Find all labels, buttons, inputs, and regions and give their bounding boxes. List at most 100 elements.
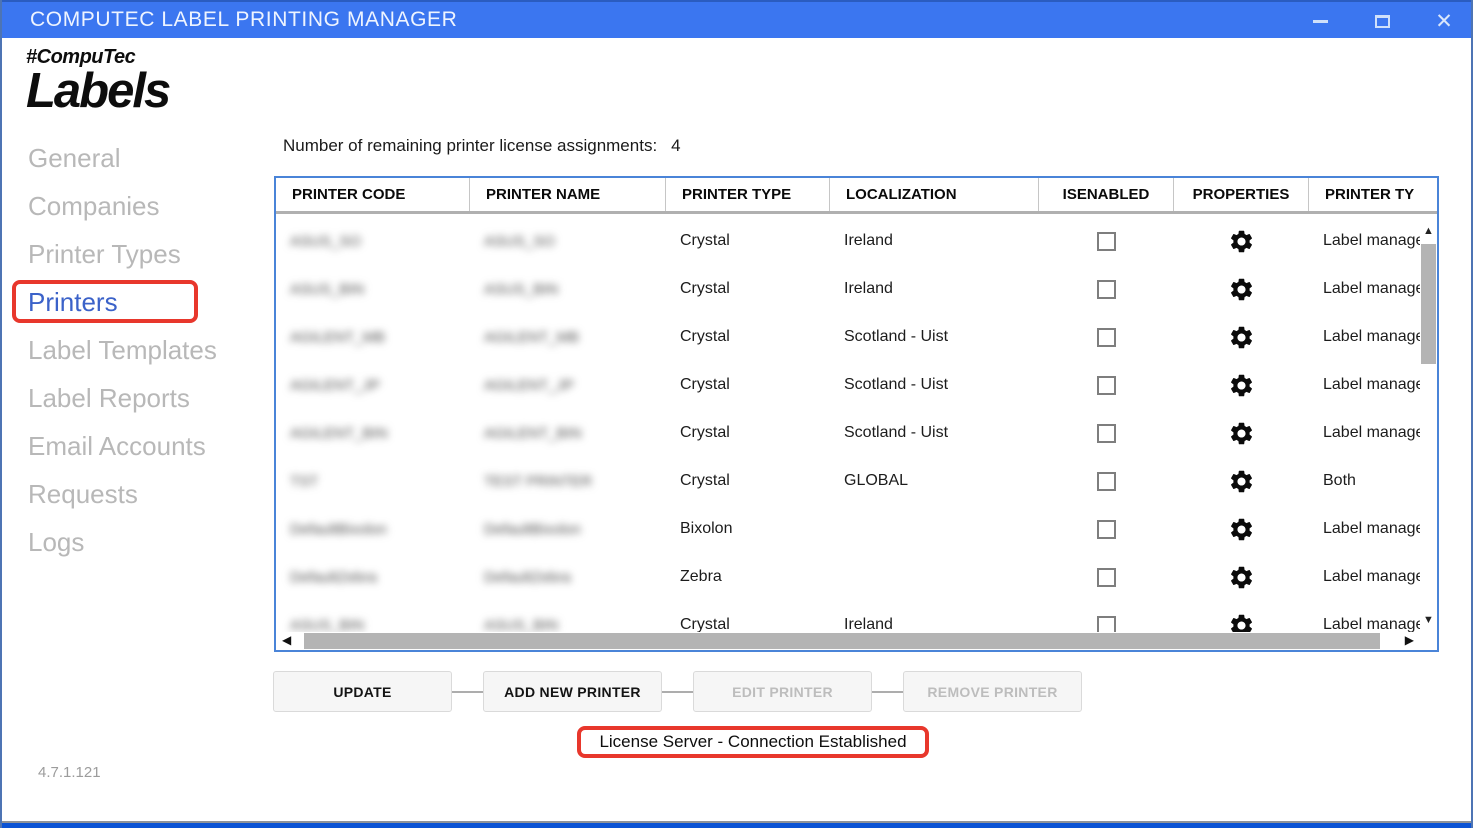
sidebar-item-general[interactable]: General — [28, 134, 268, 182]
button-connector — [452, 691, 483, 693]
isenabled-checkbox[interactable] — [1097, 472, 1116, 491]
properties-gear-icon[interactable] — [1228, 228, 1255, 255]
horizontal-scrollbar[interactable]: ◀ ▶ — [276, 632, 1420, 650]
scroll-left-icon[interactable]: ◀ — [282, 633, 291, 647]
scroll-right-icon[interactable]: ▶ — [1405, 633, 1414, 647]
isenabled-checkbox[interactable] — [1097, 280, 1116, 299]
table-row[interactable]: DefaultBixolon DefaultBixolon Bixolon La… — [276, 505, 1420, 553]
brand-logo: #CompuTec Labels — [26, 46, 169, 119]
cell-printer-name: ASUS_BIN — [470, 281, 666, 298]
sidebar-item-printers[interactable]: Printers — [28, 278, 268, 326]
maximize-icon — [1375, 15, 1390, 28]
sidebar-item-label-templates[interactable]: Label Templates — [28, 326, 268, 374]
cell-printer-type: Crystal — [666, 280, 830, 298]
sidebar-item-companies[interactable]: Companies — [28, 182, 268, 230]
cell-localization: Ireland — [830, 616, 1039, 632]
license-remaining-line: Number of remaining printer license assi… — [283, 136, 681, 156]
table-row[interactable]: DefaultZebra DefaultZebra Zebra Label ma… — [276, 553, 1420, 601]
titlebar: COMPUTEC LABEL PRINTING MANAGER ✕ — [2, 0, 1471, 38]
cell-printer-type: Crystal — [666, 424, 830, 442]
cell-printer-name: TEST PRINTER — [470, 473, 666, 490]
license-remaining-label: Number of remaining printer license assi… — [283, 136, 657, 156]
minimize-button[interactable] — [1307, 8, 1333, 34]
cell-printer-ty: Label management — [1309, 280, 1420, 298]
printers-table: PRINTER CODE PRINTER NAME PRINTER TYPE L… — [274, 176, 1439, 652]
cell-printer-code: ASUS_SO — [276, 233, 470, 250]
cell-printer-type: Crystal — [666, 328, 830, 346]
column-header-printer-code[interactable]: PRINTER CODE — [276, 178, 470, 211]
vertical-scrollbar[interactable]: ▲ ▼ — [1420, 217, 1437, 632]
table-row[interactable]: AGILENT_BIN AGILENT_BIN Crystal Scotland… — [276, 409, 1420, 457]
close-button[interactable]: ✕ — [1431, 8, 1457, 34]
table-row[interactable]: ASUS_BIN ASUS_BIN Crystal Ireland Label … — [276, 265, 1420, 313]
isenabled-checkbox[interactable] — [1097, 520, 1116, 539]
properties-gear-icon[interactable] — [1228, 420, 1255, 447]
edit-printer-button[interactable]: EDIT PRINTER — [693, 671, 872, 712]
cell-printer-ty: Label management — [1309, 232, 1420, 250]
sidebar-item-email-accounts[interactable]: Email Accounts — [28, 422, 268, 470]
isenabled-checkbox[interactable] — [1097, 616, 1116, 633]
sidebar-item-requests[interactable]: Requests — [28, 470, 268, 518]
cell-printer-type: Zebra — [666, 568, 830, 586]
cell-printer-ty: Label management — [1309, 616, 1420, 632]
properties-gear-icon[interactable] — [1228, 564, 1255, 591]
table-row[interactable]: ASUS_SO ASUS_SO Crystal Ireland Label ma… — [276, 217, 1420, 265]
vertical-scrollbar-thumb[interactable] — [1421, 244, 1436, 364]
scroll-up-icon[interactable]: ▲ — [1420, 225, 1437, 237]
cell-printer-code: DefaultZebra — [276, 569, 470, 586]
isenabled-checkbox[interactable] — [1097, 568, 1116, 587]
cell-printer-code: TST — [276, 473, 470, 490]
minimize-icon — [1313, 20, 1328, 23]
window-bottom-edge — [2, 823, 1471, 828]
table-row[interactable]: AGILENT_MB AGILENT_MB Crystal Scotland -… — [276, 313, 1420, 361]
column-header-printer-type[interactable]: PRINTER TYPE — [666, 178, 830, 211]
cell-printer-type: Crystal — [666, 232, 830, 250]
scroll-down-icon[interactable]: ▼ — [1420, 614, 1437, 626]
add-new-printer-button[interactable]: ADD NEW PRINTER — [483, 671, 662, 712]
app-version: 4.7.1.121 — [38, 764, 101, 781]
cell-printer-code: AGILENT_MB — [276, 329, 470, 346]
properties-gear-icon[interactable] — [1228, 612, 1255, 633]
cell-localization: Ireland — [830, 280, 1039, 298]
cell-printer-name: AGILENT_BIN — [470, 425, 666, 442]
maximize-button[interactable] — [1369, 8, 1395, 34]
isenabled-checkbox[interactable] — [1097, 328, 1116, 347]
properties-gear-icon[interactable] — [1228, 324, 1255, 351]
column-header-properties[interactable]: PROPERTIES — [1174, 178, 1309, 211]
isenabled-checkbox[interactable] — [1097, 424, 1116, 443]
cell-printer-name: ASUS_BIN — [470, 617, 666, 633]
remove-printer-button[interactable]: REMOVE PRINTER — [903, 671, 1082, 712]
column-header-localization[interactable]: LOCALIZATION — [830, 178, 1039, 211]
cell-printer-ty: Both — [1309, 472, 1420, 490]
table-body: ASUS_SO ASUS_SO Crystal Ireland Label ma… — [276, 217, 1420, 632]
cell-printer-type: Crystal — [666, 616, 830, 632]
properties-gear-icon[interactable] — [1228, 276, 1255, 303]
button-connector — [662, 691, 693, 693]
properties-gear-icon[interactable] — [1228, 468, 1255, 495]
table-row[interactable]: AGILENT_JP AGILENT_JP Crystal Scotland -… — [276, 361, 1420, 409]
license-server-status: License Server - Connection Established — [577, 726, 929, 758]
cell-localization: Ireland — [830, 232, 1039, 250]
window-controls: ✕ — [1307, 2, 1457, 40]
horizontal-scrollbar-thumb[interactable] — [304, 633, 1380, 649]
isenabled-checkbox[interactable] — [1097, 376, 1116, 395]
cell-printer-name: ASUS_SO — [470, 233, 666, 250]
close-icon: ✕ — [1435, 11, 1453, 32]
window-title: COMPUTEC LABEL PRINTING MANAGER — [30, 8, 457, 32]
sidebar-item-logs[interactable]: Logs — [28, 518, 268, 566]
cell-printer-ty: Label management — [1309, 424, 1420, 442]
update-button[interactable]: UPDATE — [273, 671, 452, 712]
column-header-isenabled[interactable]: ISENABLED — [1039, 178, 1174, 211]
isenabled-checkbox[interactable] — [1097, 232, 1116, 251]
sidebar-item-printer-types[interactable]: Printer Types — [28, 230, 268, 278]
column-header-printer-name[interactable]: PRINTER NAME — [470, 178, 666, 211]
column-header-printer-ty[interactable]: PRINTER TY — [1309, 178, 1437, 211]
table-row[interactable]: ASUS_BIN ASUS_BIN Crystal Ireland Label … — [276, 601, 1420, 632]
sidebar-item-label-reports[interactable]: Label Reports — [28, 374, 268, 422]
cell-localization: Scotland - Uist — [830, 328, 1039, 346]
properties-gear-icon[interactable] — [1228, 516, 1255, 543]
properties-gear-icon[interactable] — [1228, 372, 1255, 399]
cell-printer-ty: Label management — [1309, 520, 1420, 538]
cell-printer-code: ASUS_BIN — [276, 281, 470, 298]
table-row[interactable]: TST TEST PRINTER Crystal GLOBAL Both — [276, 457, 1420, 505]
